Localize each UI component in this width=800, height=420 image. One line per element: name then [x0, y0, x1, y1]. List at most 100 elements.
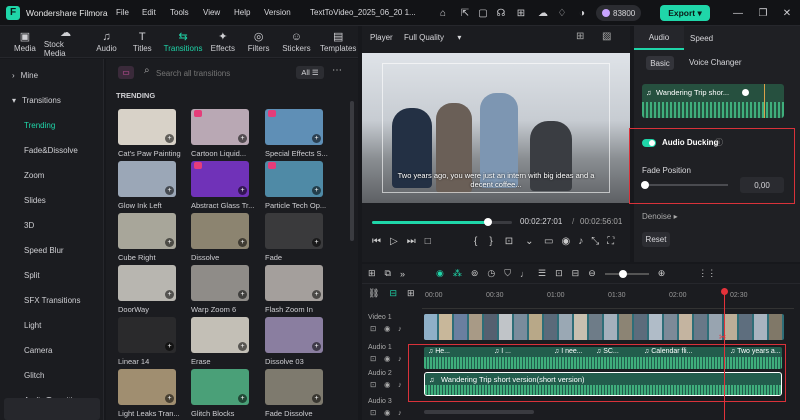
ai-icon[interactable]: ◉: [436, 268, 444, 279]
eye-icon[interactable]: ◉: [384, 408, 391, 417]
lock-icon[interactable]: ⊡: [370, 380, 376, 389]
sidebar-item-sfx-transitions[interactable]: SFX Transitions: [0, 288, 103, 313]
transition-thumb[interactable]: +: [118, 369, 176, 405]
quality-dropdown[interactable]: Full Quality ▾: [404, 33, 461, 42]
sidebar-item-speed-blur[interactable]: Speed Blur: [0, 238, 103, 263]
zoom-out-icon[interactable]: ⊖: [588, 268, 596, 279]
add-icon[interactable]: +: [165, 290, 174, 299]
more-icon[interactable]: ⋯: [332, 65, 342, 76]
tab-stock-media[interactable]: ☁ Stock Media: [44, 26, 88, 58]
denoise-label[interactable]: Denoise ▸: [642, 212, 678, 221]
audio1-track[interactable]: ♫ He... ♫ I ... ♫ I nee... ♫ SC... ♫ Calenda…: [424, 347, 782, 369]
arrow-down-icon[interactable]: ⌄: [525, 236, 533, 247]
transition-thumb[interactable]: +: [191, 369, 249, 405]
add-icon[interactable]: +: [312, 342, 321, 351]
eye-icon[interactable]: ◉: [384, 380, 391, 389]
add-icon[interactable]: +: [312, 290, 321, 299]
cloud-icon[interactable]: ☁: [536, 6, 550, 20]
favorites-icon[interactable]: ▭: [118, 66, 134, 79]
scrollbar[interactable]: [350, 101, 354, 241]
mute-icon[interactable]: ♪: [398, 354, 402, 363]
fade-slider-handle[interactable]: [641, 181, 649, 189]
add-track-icon[interactable]: ⊟: [389, 288, 397, 299]
zoom-in-icon[interactable]: ⊕: [658, 268, 666, 279]
sidebar-item-transitions[interactable]: ▾ Transitions: [0, 88, 103, 113]
tab-titles[interactable]: T Titles: [129, 26, 155, 58]
add-icon[interactable]: +: [238, 238, 247, 247]
add-icon[interactable]: +: [312, 186, 321, 195]
sidebar-item-3d[interactable]: 3D: [0, 213, 103, 238]
export-button[interactable]: Export ▾: [660, 5, 710, 21]
menu-view[interactable]: View: [203, 8, 220, 17]
add-icon[interactable]: +: [312, 134, 321, 143]
tab-audio[interactable]: ♫ Audio: [94, 26, 120, 58]
sidebar-item-fade-dissolve[interactable]: Fade&Dissolve: [0, 138, 103, 163]
mute-icon[interactable]: ♪: [398, 380, 402, 389]
add-icon[interactable]: +: [238, 186, 247, 195]
menu-tools[interactable]: Tools: [170, 8, 189, 17]
reset-button[interactable]: Reset: [642, 232, 670, 247]
add-icon[interactable]: +: [238, 394, 247, 403]
add-icon[interactable]: +: [165, 394, 174, 403]
snapshot-icon[interactable]: ▨: [602, 31, 611, 42]
subtab-voice-changer[interactable]: Voice Changer: [689, 58, 741, 67]
export-frame-icon[interactable]: ⊟: [572, 268, 580, 279]
volume-icon[interactable]: ♪: [578, 236, 583, 247]
mute-icon[interactable]: ♪: [398, 408, 402, 417]
tab-stickers[interactable]: ☺ Stickers: [281, 26, 313, 58]
add-icon[interactable]: +: [312, 394, 321, 403]
grid-view-icon[interactable]: ⊞: [576, 31, 584, 42]
add-icon[interactable]: +: [238, 290, 247, 299]
add-icon[interactable]: +: [165, 134, 174, 143]
add-icon[interactable]: +: [238, 134, 247, 143]
audio1-clip[interactable]: ♫ Calendar fli...: [644, 348, 692, 355]
audio1-clip[interactable]: ♫ SC...: [596, 348, 619, 355]
minimize-icon[interactable]: —: [731, 6, 745, 20]
crop-icon[interactable]: ⧉: [385, 268, 391, 279]
transition-thumb[interactable]: +: [191, 161, 249, 197]
sidebar-item-mine[interactable]: › Mine: [0, 63, 103, 88]
menu-help[interactable]: Help: [234, 8, 250, 17]
transition-thumb[interactable]: +: [265, 369, 323, 405]
fade-slider[interactable]: [641, 181, 728, 189]
subtab-basic[interactable]: Basic: [646, 56, 674, 70]
close-icon[interactable]: ✕: [780, 6, 794, 20]
transition-thumb[interactable]: +: [118, 213, 176, 249]
tab-audio-props[interactable]: Audio: [634, 26, 684, 50]
timeline-scrollbar[interactable]: [424, 410, 534, 414]
next-frame-icon[interactable]: ⏭: [407, 236, 416, 247]
progress-handle[interactable]: [484, 218, 493, 226]
add-icon[interactable]: +: [238, 342, 247, 351]
transition-thumb[interactable]: +: [191, 317, 249, 353]
tab-speed[interactable]: Speed: [690, 34, 713, 43]
add-icon[interactable]: +: [165, 238, 174, 247]
prev-frame-icon[interactable]: ⏮: [372, 236, 381, 247]
stop-icon[interactable]: □: [425, 236, 431, 247]
transition-thumb[interactable]: +: [118, 161, 176, 197]
audio1-clip[interactable]: ♫ I ...: [494, 348, 511, 355]
audio-clip-preview[interactable]: ♫ Wandering Trip shor...: [642, 84, 784, 118]
video-track-clips[interactable]: [424, 314, 784, 340]
audio1-clip[interactable]: ♫ Two years a...: [730, 348, 781, 355]
filter-dropdown[interactable]: All ☰: [296, 66, 324, 79]
monitor-icon[interactable]: ▭: [544, 236, 553, 247]
sidebar-item-light[interactable]: Light: [0, 313, 103, 338]
transition-thumb[interactable]: +: [265, 213, 323, 249]
audio2-clip[interactable]: ♫ Wandering Trip short version(short ver…: [424, 372, 782, 396]
search-input[interactable]: [156, 66, 286, 80]
list-icon[interactable]: ☰: [538, 268, 546, 279]
bell-icon[interactable]: ♢: [555, 6, 569, 20]
tab-filters[interactable]: ◎ Filters: [245, 26, 273, 58]
playhead[interactable]: [721, 288, 728, 420]
layout-icon[interactable]: ⊞: [368, 268, 376, 279]
doc-icon[interactable]: ▢: [476, 6, 490, 20]
fit-icon[interactable]: ⤡: [591, 236, 599, 247]
zoom-slider[interactable]: [604, 269, 649, 278]
lock-icon[interactable]: ⊡: [370, 408, 376, 417]
transition-thumb[interactable]: +: [265, 317, 323, 353]
play-icon[interactable]: ▷: [390, 236, 398, 247]
eye-icon[interactable]: ◉: [384, 324, 391, 333]
fade-value-input[interactable]: 0,00: [740, 177, 784, 193]
resize-icon[interactable]: ⇱: [458, 6, 472, 20]
sidebar-item-zoom[interactable]: Zoom: [0, 163, 103, 188]
